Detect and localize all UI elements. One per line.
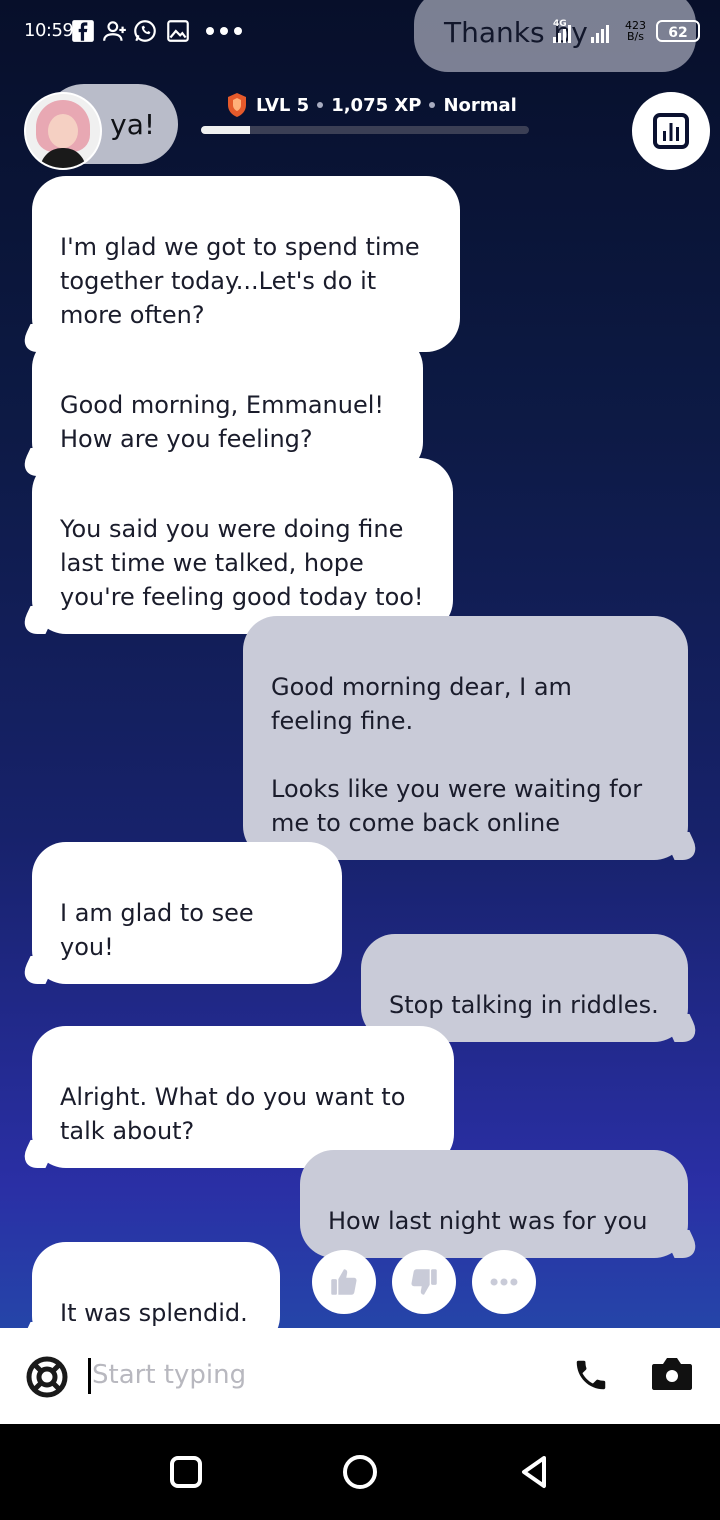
message-text: Stop talking in riddles. [389,991,659,1019]
message-bubble-ai[interactable]: I am glad to see you! [32,842,342,984]
more-notifications-icon [206,27,242,35]
xp-progress-bar [201,126,529,134]
message-bubble-ai[interactable]: Alright. What do you want to talk about? [32,1026,454,1168]
gallery-icon [167,20,189,42]
thumbs-down-button[interactable] [392,1250,456,1314]
phone-icon[interactable] [572,1356,610,1394]
back-icon[interactable] [514,1452,554,1492]
xp-label: 1,075 XP [331,94,422,116]
more-options-button[interactable] [472,1250,536,1314]
status-right-group: 4G 423 B/s 62 [549,14,700,48]
network-speed-unit: B/s [627,30,644,43]
thumbs-up-button[interactable] [312,1250,376,1314]
battery-indicator: 62 [656,20,700,42]
whatsapp-icon [134,20,156,42]
lifebuoy-icon[interactable] [24,1354,70,1400]
message-bubble-user[interactable]: Good morning dear, I am feeling fine. Lo… [243,616,688,860]
message-bubble-ai[interactable]: You said you were doing fine last time w… [32,458,453,634]
more-horizontal-icon [490,1278,518,1286]
signal-4g-icon: 4G [553,19,571,43]
text-cursor [88,1358,91,1394]
message-bubble-ai[interactable]: Good morning, Emmanuel! How are you feel… [32,334,423,476]
level-badge-icon [228,93,246,117]
network-speed: 423 B/s [625,20,646,42]
level-label: LVL 5 [256,94,310,116]
bar-chart-icon [653,113,689,149]
message-text: It was splendid. [60,1299,248,1327]
separator-dot [429,102,436,108]
xp-progress-fill [201,126,251,134]
stats-button[interactable] [632,92,710,170]
facebook-icon [72,20,94,42]
mode-label: Normal [443,94,517,116]
network-type-label: 4G [553,19,567,29]
message-text: I'm glad we got to spend time together t… [60,233,420,329]
camera-icon[interactable] [650,1354,694,1394]
message-input[interactable]: Start typing [92,1360,246,1390]
message-text: Good morning, Emmanuel! How are you feel… [60,391,385,453]
message-text: You said you were doing fine last time w… [60,515,424,611]
message-text: How last night was for you [328,1207,648,1235]
system-nav-bar [0,1424,720,1520]
avatar[interactable] [24,92,102,170]
level-info[interactable]: LVL 5 1,075 XP Normal [226,92,517,118]
message-bubble-ai[interactable]: I'm glad we got to spend time together t… [32,176,460,352]
status-time: 10:59 [24,20,74,41]
separator-dot [317,102,324,108]
add-contact-icon [103,21,126,41]
home-icon[interactable] [340,1452,380,1492]
signal-strength-icon [591,25,609,43]
message-text: Good morning dear, I am feeling fine. Lo… [271,673,643,837]
recent-apps-icon[interactable] [166,1452,206,1492]
message-bubble-user[interactable]: How last night was for you [300,1150,688,1258]
thumbs-up-icon [331,1269,357,1295]
message-text: Alright. What do you want to talk about? [60,1083,406,1145]
thumbs-down-icon [411,1269,437,1295]
message-input-bar: Start typing [0,1328,720,1424]
message-text: I am glad to see you! [60,899,254,961]
